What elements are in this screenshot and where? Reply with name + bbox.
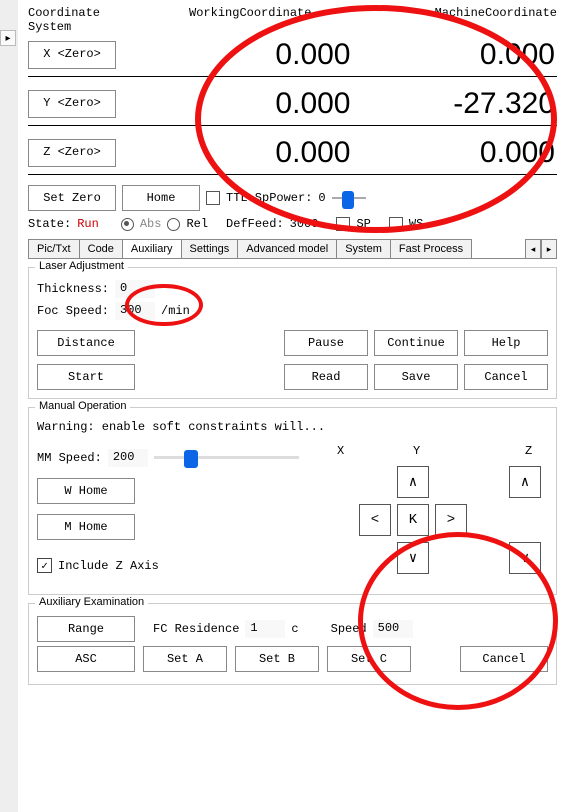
- jog-z-plus[interactable]: ∧: [509, 466, 541, 498]
- tab-auxiliary[interactable]: Auxiliary: [122, 239, 182, 258]
- help-button[interactable]: Help: [464, 330, 548, 356]
- aux-cancel-button[interactable]: Cancel: [460, 646, 548, 672]
- w-home-button[interactable]: W Home: [37, 478, 135, 504]
- z-working-value: 0.000: [148, 136, 353, 170]
- ws-label: WS: [409, 217, 423, 231]
- distance-button[interactable]: Distance: [37, 330, 135, 356]
- state-label: State:: [28, 217, 71, 231]
- tab-code[interactable]: Code: [79, 239, 123, 258]
- continue-button[interactable]: Continue: [374, 330, 458, 356]
- tab-advanced-model[interactable]: Advanced model: [237, 239, 337, 258]
- include-z-checkbox[interactable]: ✓: [37, 558, 52, 573]
- laser-adjustment-title: Laser Adjustment: [35, 260, 128, 272]
- m-home-button[interactable]: M Home: [37, 514, 135, 540]
- tab-scroll-right[interactable]: ▸: [541, 239, 557, 259]
- y-zero-button[interactable]: Y <Zero>: [28, 90, 116, 118]
- start-button[interactable]: Start: [37, 364, 135, 390]
- manual-operation-title: Manual Operation: [35, 400, 130, 412]
- laser-adjustment-section: Laser Adjustment Thickness: 0 Foc Speed:…: [28, 267, 557, 399]
- foc-speed-label: Foc Speed:: [37, 304, 109, 318]
- set-b-button[interactable]: Set B: [235, 646, 319, 672]
- thickness-input[interactable]: 0: [115, 280, 155, 298]
- abs-label: Abs: [140, 217, 162, 231]
- set-c-button[interactable]: Set C: [327, 646, 411, 672]
- mm-speed-input[interactable]: 200: [108, 449, 148, 467]
- divider: [28, 76, 557, 77]
- ttl-power-slider[interactable]: [332, 191, 366, 205]
- working-coord-header: WorkingCoordinate: [148, 6, 353, 34]
- thickness-label: Thickness:: [37, 282, 109, 296]
- mm-speed-label: MM Speed:: [37, 451, 102, 465]
- ttl-label: TTL SpPower:: [226, 191, 312, 205]
- fc-residence-unit: c: [291, 622, 298, 636]
- tab-system[interactable]: System: [336, 239, 391, 258]
- sp-label: SP: [356, 217, 370, 231]
- tab-scroll-left[interactable]: ◂: [525, 239, 541, 259]
- pause-button[interactable]: Pause: [284, 330, 368, 356]
- x-working-value: 0.000: [148, 38, 353, 72]
- read-button[interactable]: Read: [284, 364, 368, 390]
- state-value: Run: [77, 217, 99, 231]
- mm-speed-slider[interactable]: [154, 448, 299, 468]
- jog-pad: Y Z X ∧ < K > ∨ ∧ ∨: [337, 444, 548, 586]
- include-z-label: Include Z Axis: [58, 559, 159, 573]
- manual-warning: Warning: enable soft constraints will...: [37, 420, 325, 434]
- ttl-checkbox[interactable]: [206, 191, 220, 205]
- fc-residence-label: FC Residence: [153, 622, 239, 636]
- jog-y-plus[interactable]: ∧: [397, 466, 429, 498]
- jog-x-minus[interactable]: <: [359, 504, 391, 536]
- y-working-value: 0.000: [148, 87, 353, 121]
- z-machine-value: 0.000: [353, 136, 558, 170]
- coord-system-label: Coordinate System: [28, 6, 148, 34]
- panel-collapse-button[interactable]: ▸: [0, 30, 16, 46]
- fc-residence-input[interactable]: 1: [245, 620, 285, 638]
- z-zero-button[interactable]: Z <Zero>: [28, 139, 116, 167]
- pad-z-label: Z: [525, 444, 532, 458]
- deffeed-value[interactable]: 3000: [290, 217, 319, 231]
- tab-settings[interactable]: Settings: [181, 239, 239, 258]
- foc-speed-unit: /min: [161, 304, 190, 318]
- pad-x-label: X: [337, 444, 344, 458]
- cancel-button[interactable]: Cancel: [464, 364, 548, 390]
- abs-radio[interactable]: [121, 218, 134, 231]
- aux-speed-label: Speed: [331, 622, 367, 636]
- tab-bar: Pic/Txt Code Auxiliary Settings Advanced…: [28, 239, 525, 259]
- home-button[interactable]: Home: [122, 185, 200, 211]
- set-a-button[interactable]: Set A: [143, 646, 227, 672]
- save-button[interactable]: Save: [374, 364, 458, 390]
- tab-pic-txt[interactable]: Pic/Txt: [28, 239, 80, 258]
- rel-radio[interactable]: [167, 218, 180, 231]
- machine-coord-header: MachineCoordinate: [353, 6, 558, 34]
- pad-y-label: Y: [413, 444, 420, 458]
- set-zero-button[interactable]: Set Zero: [28, 185, 116, 211]
- jog-x-plus[interactable]: >: [435, 504, 467, 536]
- aux-examination-title: Auxiliary Examination: [35, 596, 148, 608]
- sp-checkbox[interactable]: [336, 217, 350, 231]
- ttl-value: 0: [318, 191, 325, 205]
- tab-fast-process[interactable]: Fast Process: [390, 239, 472, 258]
- left-sidebar-strip: ▸: [0, 0, 18, 812]
- y-machine-value: -27.320: [353, 87, 558, 121]
- deffeed-label: DefFeed:: [226, 217, 284, 231]
- range-button[interactable]: Range: [37, 616, 135, 642]
- asc-button[interactable]: ASC: [37, 646, 135, 672]
- manual-operation-section: Manual Operation Warning: enable soft co…: [28, 407, 557, 595]
- ws-checkbox[interactable]: [389, 217, 403, 231]
- rel-label: Rel: [186, 217, 208, 231]
- divider: [28, 174, 557, 175]
- jog-k[interactable]: K: [397, 504, 429, 536]
- jog-z-minus[interactable]: ∨: [509, 542, 541, 574]
- x-machine-value: 0.000: [353, 38, 558, 72]
- x-zero-button[interactable]: X <Zero>: [28, 41, 116, 69]
- aux-speed-input[interactable]: 500: [373, 620, 413, 638]
- foc-speed-input[interactable]: 300: [115, 302, 155, 320]
- jog-y-minus[interactable]: ∨: [397, 542, 429, 574]
- divider: [28, 125, 557, 126]
- aux-examination-section: Auxiliary Examination Range FC Residence…: [28, 603, 557, 685]
